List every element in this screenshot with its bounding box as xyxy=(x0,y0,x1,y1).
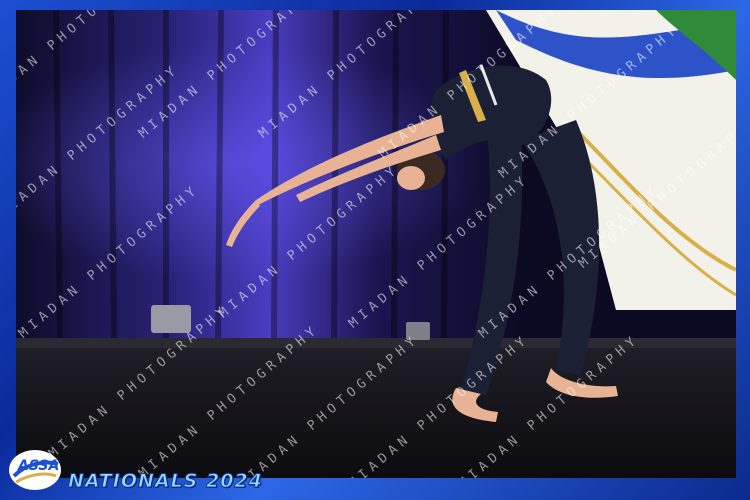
stage-floor xyxy=(16,345,736,478)
stage-light xyxy=(151,305,191,333)
logo-text: ASSA xyxy=(18,458,60,474)
performance-photo: MIADAN PHOTOGRAPHY MIADAN PHOTOGRAPHY MI… xyxy=(16,10,736,478)
photo-scene xyxy=(16,10,736,478)
photo-frame: MIADAN PHOTOGRAPHY MIADAN PHOTOGRAPHY MI… xyxy=(0,0,750,500)
event-title: NATIONALS 2024 xyxy=(68,470,263,493)
